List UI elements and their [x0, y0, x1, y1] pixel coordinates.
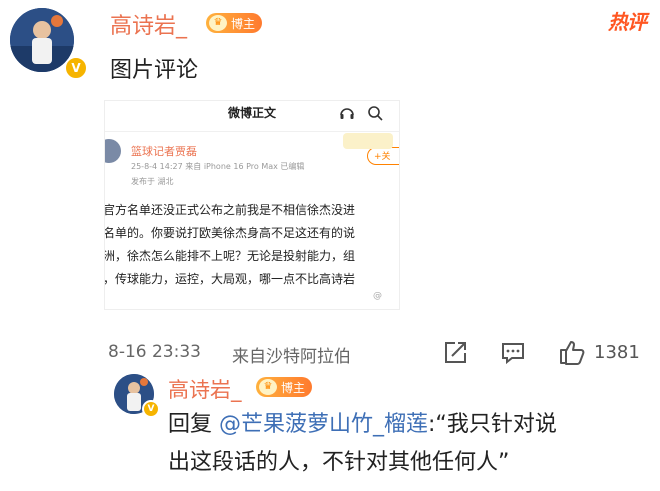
post-author-name[interactable]: 高诗岩_ — [110, 8, 187, 40]
reply-author-badge: ♛ 博主 — [256, 377, 313, 397]
reply-author-name[interactable]: 高诗岩_ — [168, 374, 242, 404]
screenshot-text-line-2: 名单的。你要说打欧美徐杰身高不足这还有的说 — [104, 226, 356, 240]
hot-comment-label: 热评 — [608, 10, 647, 34]
post-content: 图片评论 — [110, 58, 199, 83]
comment-icon[interactable] — [500, 340, 526, 371]
verified-icon: V — [64, 56, 88, 80]
post-timestamp: 8-16 23:33 — [108, 342, 201, 362]
search-icon — [367, 105, 383, 125]
crown-icon: ♛ — [209, 15, 227, 31]
author-badge: ♛ 博主 — [206, 13, 263, 33]
screenshot-text-line-4: ，传球能力，运控，大局观，哪一点不比高诗岩 — [104, 272, 356, 286]
badge-label: 博主 — [231, 16, 256, 31]
screenshot-location: 发布于 湖北 — [131, 177, 174, 186]
reply-line-2: 出这段话的人，不针对其他任何人” — [168, 450, 510, 475]
post-source: 来自沙特阿拉伯 — [232, 347, 351, 367]
screenshot-watermark: @ — [373, 291, 382, 301]
reply-line-1: 回复 @芒果菠萝山竹_榴莲:“我只针对说 — [168, 408, 648, 442]
screenshot-user-name: 篮球记者贾磊 — [131, 145, 197, 158]
share-icon[interactable] — [442, 340, 468, 371]
screenshot-text-line-3: 洲，徐杰怎么能排不上呢？无论是投射能力，组 — [104, 249, 356, 263]
reply-line-1-tail: :“我只针对说 — [428, 412, 557, 437]
reply-verified-icon: V — [142, 400, 160, 418]
screenshot-text-line-1: 官方名单还没正式公布之前我是不相信徐杰没进 — [104, 203, 356, 217]
like-icon[interactable] — [558, 338, 586, 371]
reply-badge-label: 博主 — [281, 380, 306, 395]
screenshot-user-avatar — [105, 139, 121, 163]
reply-prefix: 回复 — [168, 412, 219, 437]
reply-text: 回复 @芒果菠萝山竹_榴莲:“我只针对说 出这段话的人，不针对其他任何人” — [168, 408, 648, 480]
reply-mention-link[interactable]: @芒果菠萝山竹_榴莲 — [219, 412, 428, 437]
comment-image[interactable]: 微博正文 篮球记者贾磊 25-8-4 14:27 来自 iPhone 16 Pr… — [104, 100, 400, 310]
reply-block: V 高诗岩_ ♛ 博主 回复 @芒果菠萝山竹_榴莲:“我只针对说 出这段话的人，… — [114, 368, 660, 491]
listen-icon — [339, 105, 355, 125]
reply-crown-icon: ♛ — [259, 379, 277, 395]
screenshot-time-line: 25-8-4 14:27 来自 iPhone 16 Pro Max 已编辑 — [131, 162, 305, 171]
screenshot-decor — [343, 133, 393, 149]
like-count: 1381 — [594, 342, 640, 363]
screenshot-follow-button: +关 — [367, 147, 399, 165]
